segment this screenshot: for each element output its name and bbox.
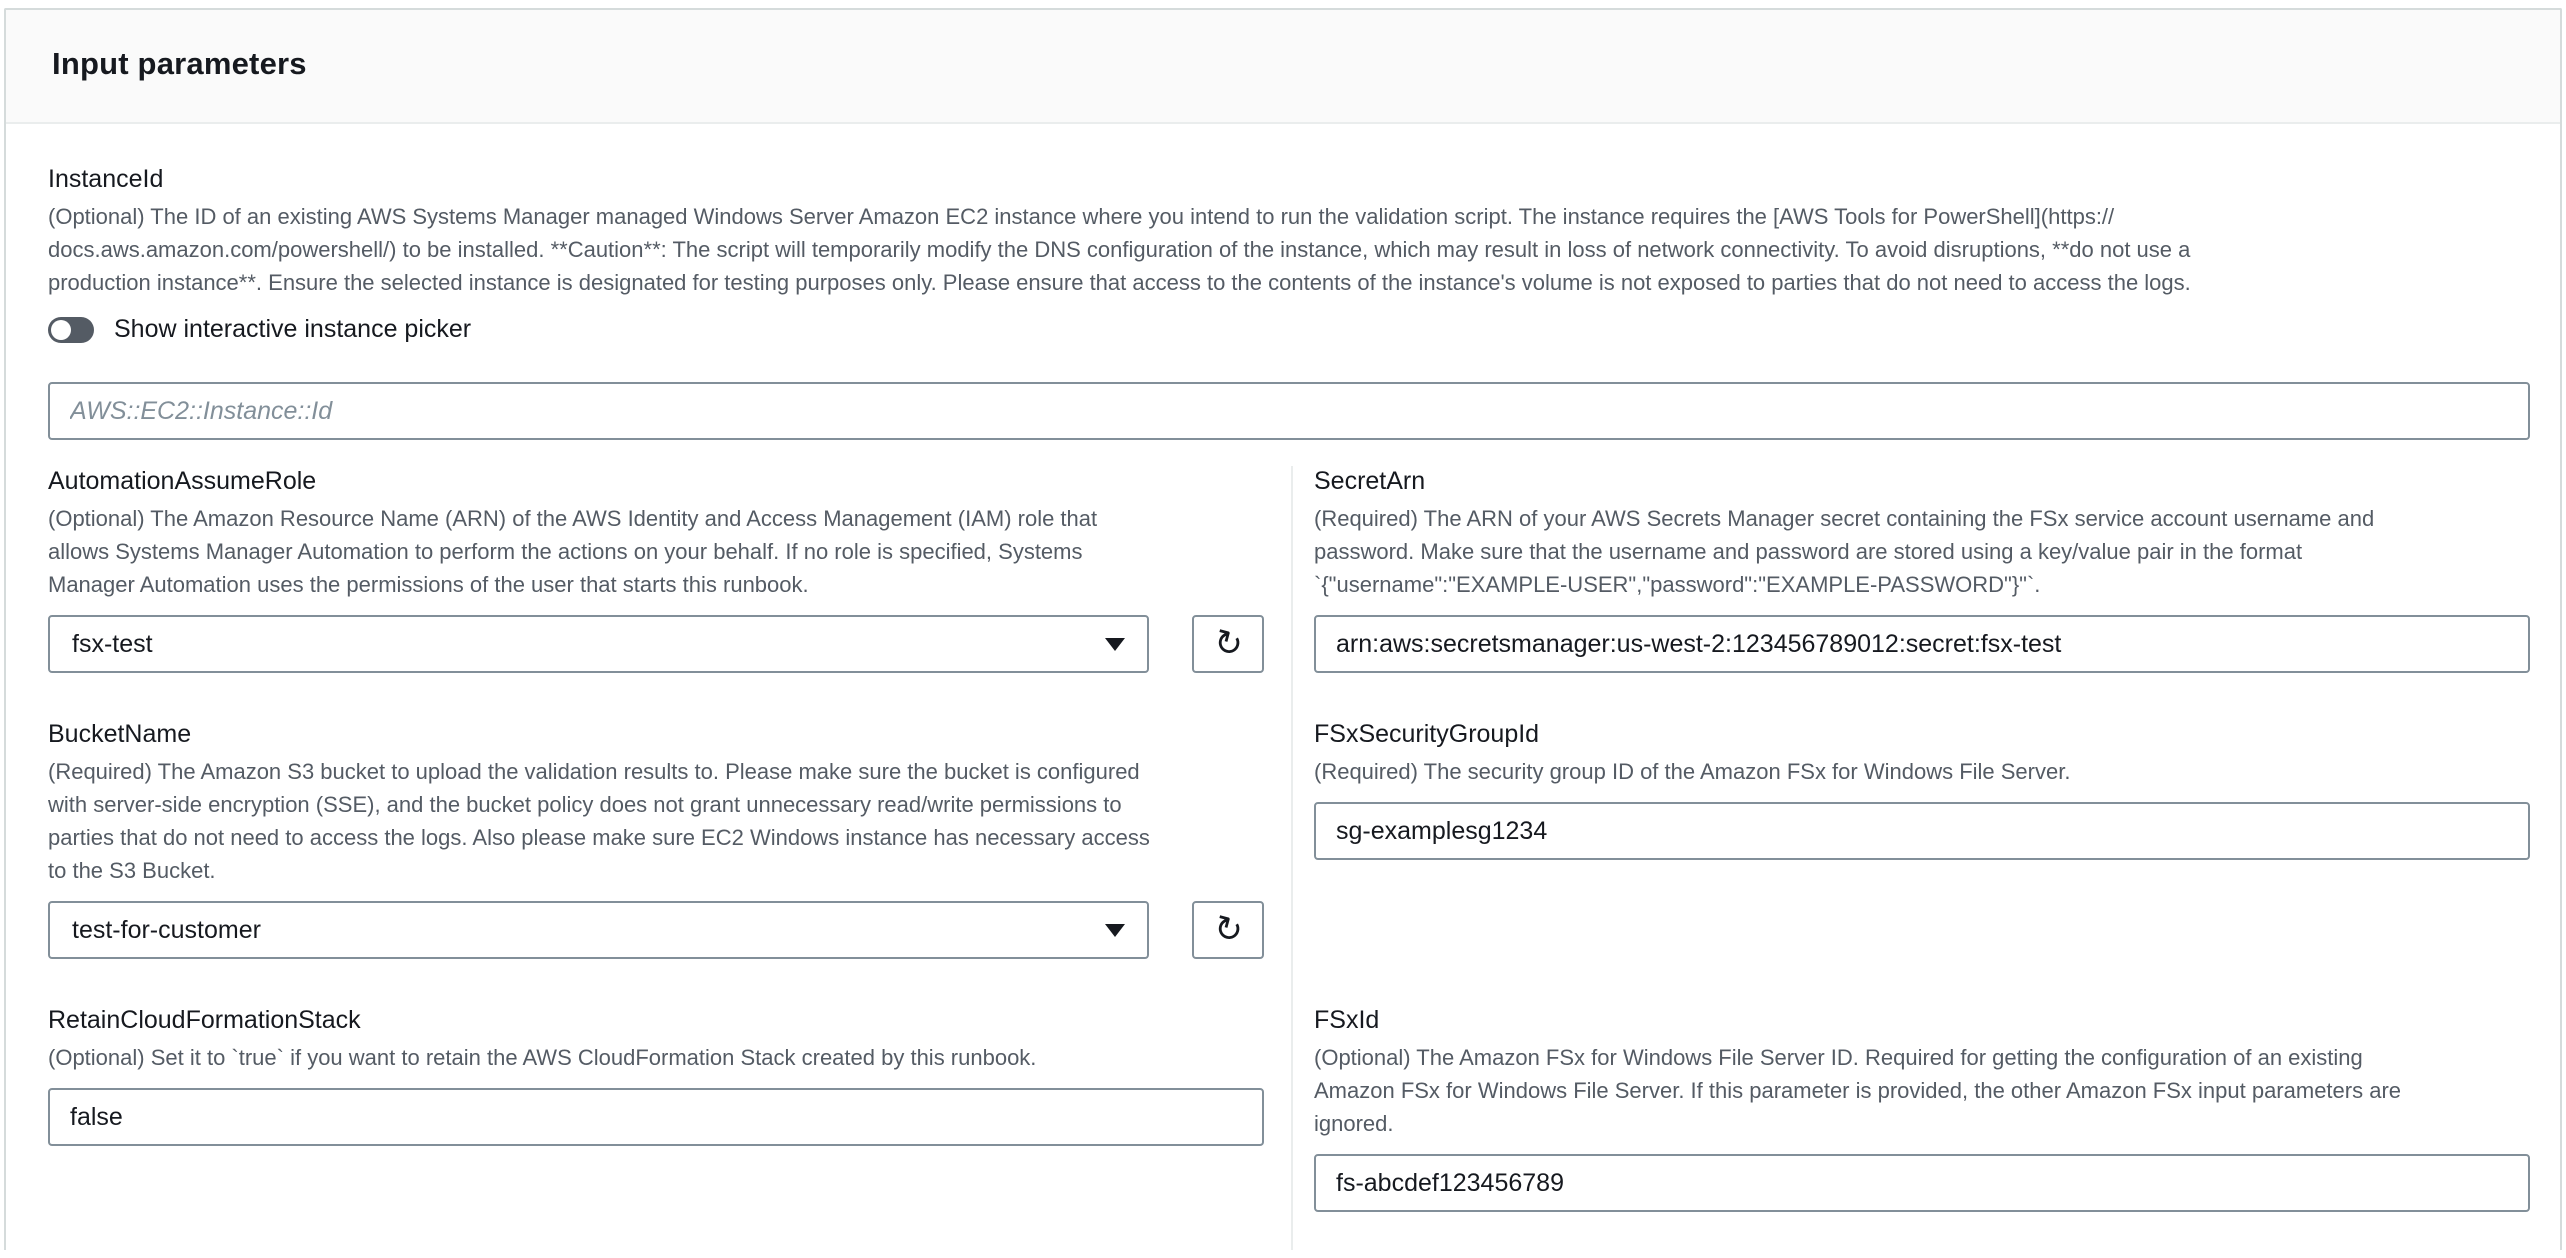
panel-title: Input parameters <box>52 46 2514 82</box>
refresh-icon: ↻ <box>1210 624 1246 664</box>
param-section-secretarn: SecretArn (Required) The ARN of your AWS… <box>1291 466 2530 719</box>
refresh-icon: ↻ <box>1210 910 1246 950</box>
toggle-knob-icon <box>51 320 71 340</box>
automationassumerole-dropdown[interactable]: fsx-test <box>48 615 1149 673</box>
param-label-secretarn: SecretArn <box>1314 466 2530 496</box>
secretarn-input[interactable] <box>1314 615 2530 673</box>
automationassumerole-selected-value: fsx-test <box>72 630 153 659</box>
fsxid-input[interactable] <box>1314 1154 2530 1212</box>
parameter-grid: AutomationAssumeRole (Optional) The Amaz… <box>48 466 2530 1250</box>
param-description-automationassumerole: (Optional) The Amazon Resource Name (ARN… <box>48 502 1264 601</box>
instance-picker-toggle-row: Show interactive instance picker <box>48 315 2530 344</box>
param-description-bucketname: (Required) The Amazon S3 bucket to uploa… <box>48 755 1264 887</box>
bucketname-selected-value: test-for-customer <box>72 916 261 945</box>
param-description-fsxsecuritygroupid: (Required) The security group ID of the … <box>1314 755 2530 788</box>
panel-body: InstanceId (Optional) The ID of an exist… <box>6 124 2560 1250</box>
chevron-down-icon <box>1105 638 1125 651</box>
automationassumerole-control-row: fsx-test ↻ <box>48 615 1264 673</box>
param-label-fsxsecuritygroupid: FSxSecurityGroupId <box>1314 719 2530 749</box>
instance-picker-toggle[interactable] <box>48 317 94 343</box>
instance-picker-toggle-label: Show interactive instance picker <box>114 315 471 344</box>
automationassumerole-refresh-button[interactable]: ↻ <box>1192 615 1264 673</box>
param-label-automationassumerole: AutomationAssumeRole <box>48 466 1264 496</box>
param-description-instanceid: (Optional) The ID of an existing AWS Sys… <box>48 200 2530 299</box>
bucketname-dropdown[interactable]: test-for-customer <box>48 901 1149 959</box>
bucketname-control-row: test-for-customer ↻ <box>48 901 1264 959</box>
param-section-fsxid: FSxId (Optional) The Amazon FSx for Wind… <box>1291 1005 2530 1250</box>
param-label-fsxid: FSxId <box>1314 1005 2530 1035</box>
param-section-fsxsecuritygroupid: FSxSecurityGroupId (Required) The securi… <box>1291 719 2530 1005</box>
param-section-automationassumerole: AutomationAssumeRole (Optional) The Amaz… <box>48 466 1291 719</box>
param-label-bucketname: BucketName <box>48 719 1264 749</box>
param-label-retaincloudformationstack: RetainCloudFormationStack <box>48 1005 1264 1035</box>
instanceid-input[interactable] <box>48 382 2530 440</box>
fsxsecuritygroupid-input[interactable] <box>1314 802 2530 860</box>
input-parameters-panel: Input parameters InstanceId (Optional) T… <box>4 8 2562 1250</box>
param-label-instanceid: InstanceId <box>48 164 2530 194</box>
param-section-instanceid: InstanceId (Optional) The ID of an exist… <box>48 164 2530 440</box>
panel-header: Input parameters <box>6 10 2560 124</box>
bucketname-refresh-button[interactable]: ↻ <box>1192 901 1264 959</box>
param-description-retaincloudformationstack: (Optional) Set it to `true` if you want … <box>48 1041 1264 1074</box>
param-section-retaincloudformationstack: RetainCloudFormationStack (Optional) Set… <box>48 1005 1291 1250</box>
chevron-down-icon <box>1105 924 1125 937</box>
retaincloudformationstack-input[interactable] <box>48 1088 1264 1146</box>
param-description-secretarn: (Required) The ARN of your AWS Secrets M… <box>1314 502 2530 601</box>
param-section-bucketname: BucketName (Required) The Amazon S3 buck… <box>48 719 1291 1005</box>
param-description-fsxid: (Optional) The Amazon FSx for Windows Fi… <box>1314 1041 2530 1140</box>
